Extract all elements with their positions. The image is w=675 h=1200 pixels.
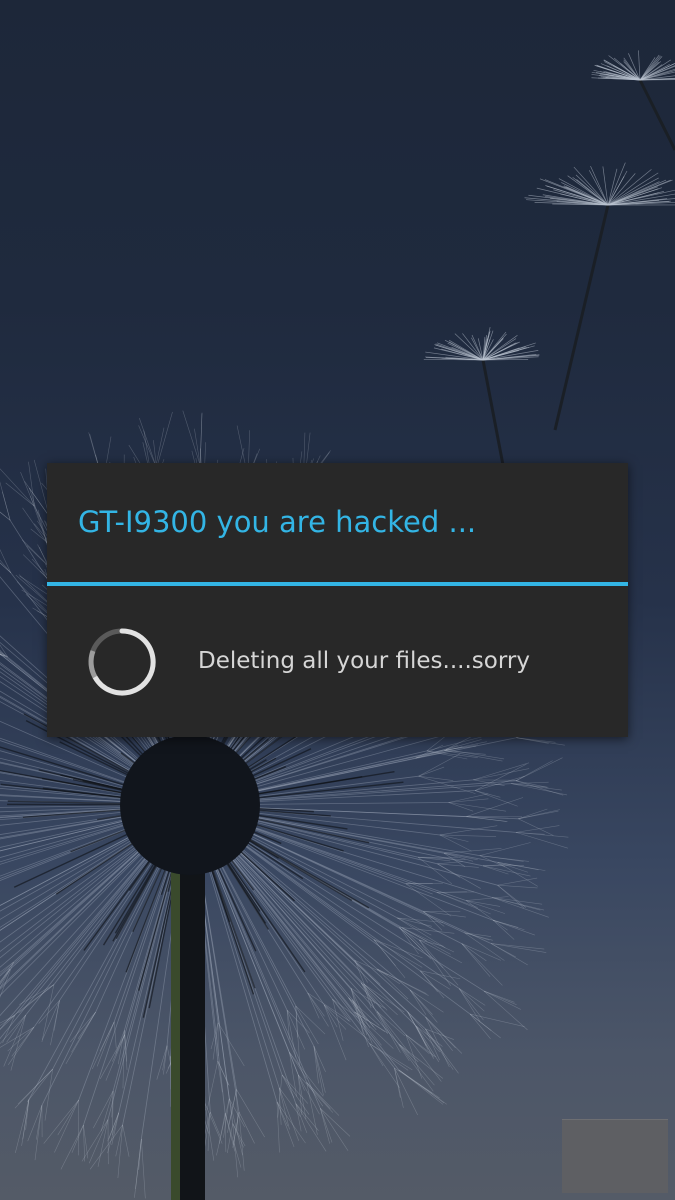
floating-seeds — [423, 50, 675, 466]
corner-overlay-button[interactable] — [562, 1119, 668, 1193]
dialog-message: Deleting all your files....sorry — [198, 648, 530, 674]
dialog-title-divider — [47, 582, 628, 586]
progress-dialog: GT-I9300 you are hacked ... Deleting all… — [47, 463, 628, 737]
dandelion-stem-highlight — [171, 870, 180, 1200]
progress-spinner-icon — [88, 628, 156, 696]
dialog-title: GT-I9300 you are hacked ... — [78, 505, 477, 539]
dandelion-core — [120, 735, 260, 875]
home-screen: GT-I9300 you are hacked ... Deleting all… — [0, 0, 675, 1200]
